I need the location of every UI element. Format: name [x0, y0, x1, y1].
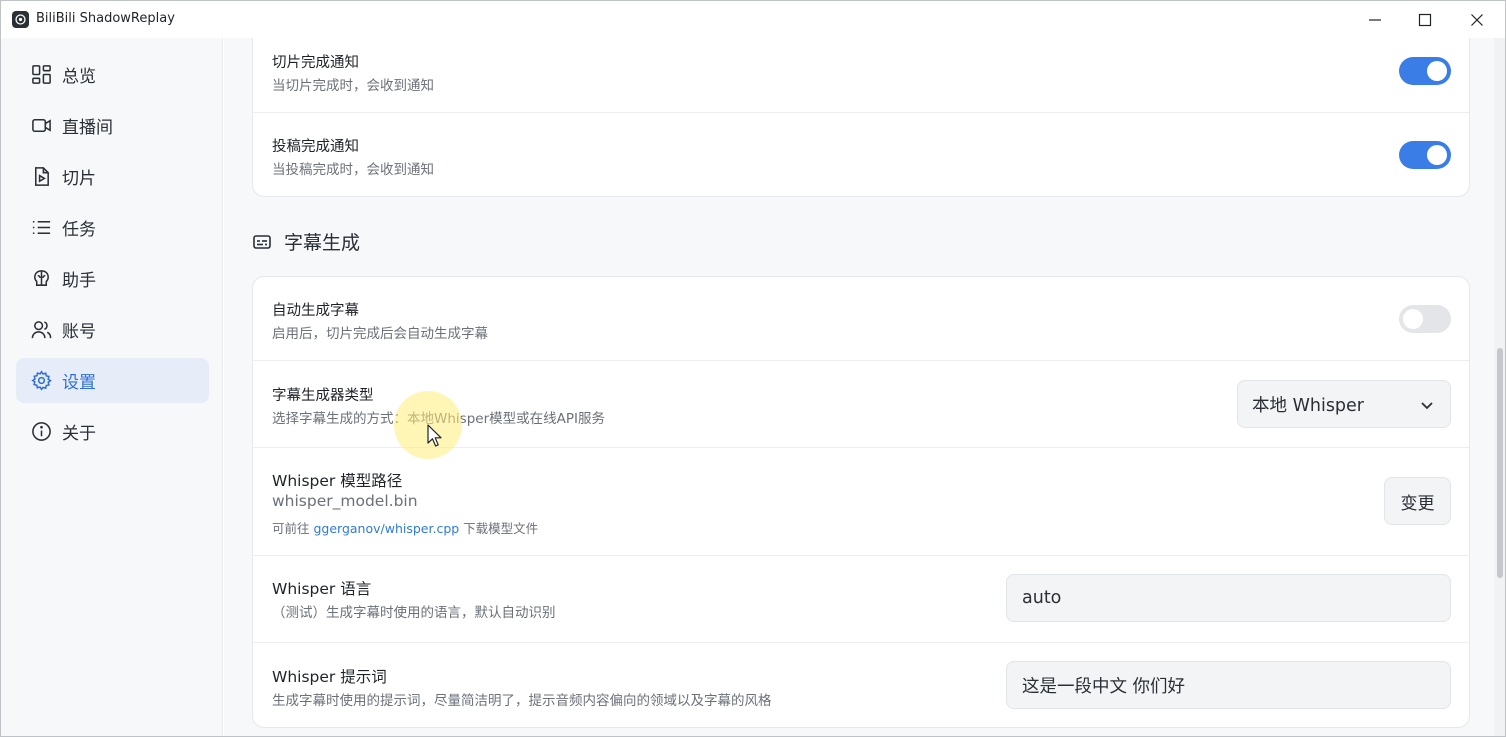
sidebar-item-settings[interactable]: 设置: [16, 358, 209, 403]
whisper-language-input[interactable]: auto: [1006, 574, 1451, 622]
video-camera-icon: [30, 115, 52, 137]
upload-done-notification-toggle[interactable]: [1399, 141, 1451, 169]
sidebar: 总览 直播间 切片 任务 助手 账号 设置 关于: [1, 38, 223, 736]
sidebar-item-accounts[interactable]: 账号: [16, 307, 209, 352]
selected-value: 本地 Whisper: [1252, 395, 1365, 416]
setting-description: （测试）生成字幕时使用的语言，默认自动识别: [272, 605, 556, 621]
generator-type-select[interactable]: 本地 Whisper: [1237, 380, 1451, 428]
app-window: BiliBili ShadowReplay 总览 直播间 切片 任务 助手 账号…: [0, 0, 1506, 737]
setting-description: 当切片完成时，会收到通知: [272, 78, 434, 94]
info-icon: [30, 421, 52, 443]
sidebar-item-label: 账号: [62, 322, 96, 342]
settings-content: 切片完成通知 当切片完成时，会收到通知 投稿完成通知 当投稿完成时，会收到通知 …: [224, 38, 1494, 736]
sidebar-item-live-rooms[interactable]: 直播间: [16, 103, 209, 148]
window-title: BiliBili ShadowReplay: [36, 11, 175, 26]
model-download-hint: 可前往 ggerganov/whisper.cpp 下载模型文件: [272, 521, 539, 536]
setting-title: Whisper 语言: [272, 580, 372, 598]
setting-description: 当投稿完成时，会收到通知: [272, 162, 434, 178]
whisper-prompt-input[interactable]: 这是一段中文 你们好: [1006, 661, 1451, 709]
gear-icon: [30, 370, 52, 392]
close-button[interactable]: [1451, 1, 1503, 38]
subtitle-settings-card: 自动生成字幕 启用后，切片完成后会自动生成字幕 字幕生成器类型 选择字幕生成的方…: [252, 276, 1470, 728]
sidebar-item-about[interactable]: 关于: [16, 409, 209, 454]
clip-done-notification-row: 切片完成通知 当切片完成时，会收到通知: [253, 38, 1469, 113]
sidebar-item-label: 直播间: [62, 118, 113, 138]
whisper-language-row: Whisper 语言 （测试）生成字幕时使用的语言，默认自动识别 auto: [253, 556, 1469, 643]
title-bar: BiliBili ShadowReplay: [1, 1, 1505, 38]
close-icon: [1471, 13, 1483, 26]
upload-done-notification-row: 投稿完成通知 当投稿完成时，会收到通知: [253, 113, 1469, 196]
app-logo-icon: [12, 11, 29, 28]
sidebar-item-clips[interactable]: 切片: [16, 154, 209, 199]
setting-title: 自动生成字幕: [272, 303, 359, 319]
notification-settings-card: 切片完成通知 当切片完成时，会收到通知 投稿完成通知 当投稿完成时，会收到通知: [252, 38, 1470, 197]
setting-title: Whisper 提示词: [272, 668, 387, 686]
sidebar-item-label: 助手: [62, 271, 96, 291]
change-model-button[interactable]: 变更: [1384, 477, 1451, 525]
play-file-icon: [30, 166, 52, 188]
model-path-value: whisper_model.bin: [272, 492, 418, 510]
setting-description: 启用后，切片完成后会自动生成字幕: [272, 326, 488, 342]
minimize-button[interactable]: [1349, 1, 1401, 38]
users-icon: [30, 319, 52, 341]
setting-title: 切片完成通知: [272, 55, 359, 71]
maximize-icon: [1418, 13, 1432, 26]
clip-done-notification-toggle[interactable]: [1399, 57, 1451, 85]
whisper-prompt-row: Whisper 提示词 生成字幕时使用的提示词，尽量简洁明了，提示音频内容偏向的…: [253, 643, 1469, 727]
sidebar-item-label: 任务: [62, 220, 96, 240]
chevron-down-icon: [1421, 402, 1433, 410]
sidebar-item-assistant[interactable]: 助手: [16, 256, 209, 301]
scrollbar-thumb[interactable]: [1497, 348, 1503, 578]
dashboard-icon: [30, 64, 52, 86]
setting-title: Whisper 模型路径: [272, 472, 403, 490]
setting-title: 字幕生成器类型: [272, 388, 374, 404]
list-icon: [30, 217, 52, 239]
brain-icon: [30, 268, 52, 290]
sidebar-item-label: 设置: [62, 373, 96, 393]
sidebar-item-tasks[interactable]: 任务: [16, 205, 209, 250]
whisper-cpp-link[interactable]: ggerganov/whisper.cpp: [313, 521, 459, 536]
sidebar-item-overview[interactable]: 总览: [16, 52, 209, 97]
auto-subtitle-toggle[interactable]: [1399, 305, 1451, 333]
model-path-row: Whisper 模型路径 whisper_model.bin 可前往 ggerg…: [253, 448, 1469, 556]
setting-description: 生成字幕时使用的提示词，尽量简洁明了，提示音频内容偏向的领域以及字幕的风格: [272, 693, 772, 709]
subtitle-section-header: 字幕生成: [252, 228, 360, 255]
setting-title: 投稿完成通知: [272, 139, 359, 155]
maximize-button[interactable]: [1399, 1, 1451, 38]
section-title: 字幕生成: [284, 232, 361, 254]
sidebar-item-label: 关于: [62, 424, 96, 444]
subtitles-icon: [252, 232, 272, 252]
sidebar-item-label: 切片: [62, 169, 96, 189]
auto-subtitle-row: 自动生成字幕 启用后，切片完成后会自动生成字幕: [253, 277, 1469, 361]
sidebar-item-label: 总览: [62, 67, 96, 87]
mouse-cursor-icon: [427, 424, 442, 447]
minimize-icon: [1369, 18, 1381, 21]
